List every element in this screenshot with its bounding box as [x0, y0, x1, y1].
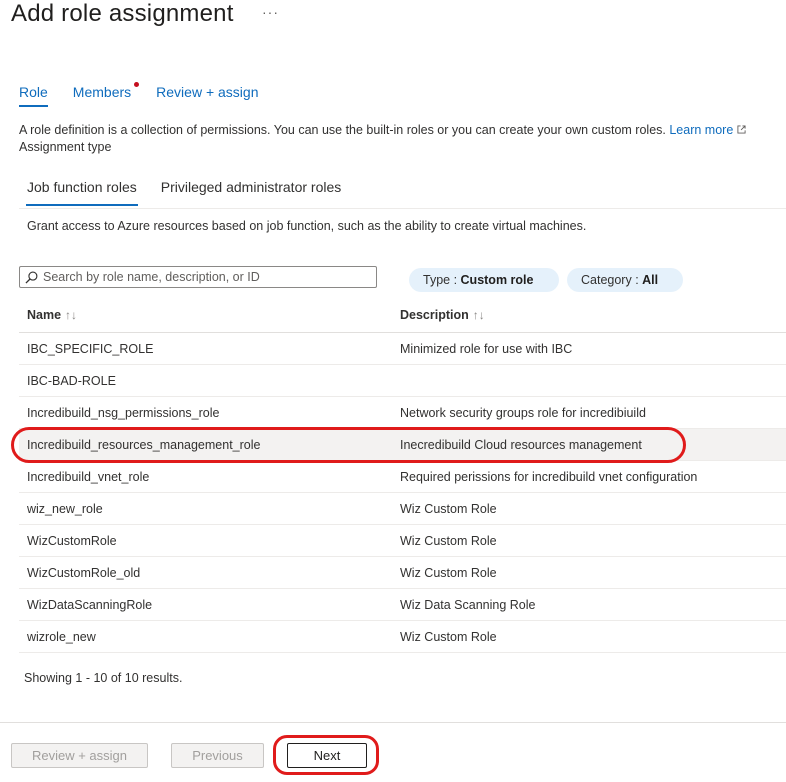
role-name: wiz_new_role: [27, 502, 103, 516]
table-header: Name ↑↓ Description ↑↓: [19, 300, 786, 333]
category-filter-label: Category :: [581, 273, 643, 287]
name-header-label: Name: [27, 308, 62, 322]
learn-more-label: Learn more: [669, 123, 734, 137]
table-row-selected[interactable]: Incredibuild_resources_management_role In…: [19, 429, 786, 461]
role-definition-description: A role definition is a collection of per…: [19, 123, 746, 137]
review-assign-button[interactable]: Review + assign: [11, 743, 148, 768]
search-input[interactable]: [43, 268, 373, 286]
role-name: Incredibuild_nsg_permissions_role: [27, 406, 220, 420]
role-description: Inecredibuild Cloud resources management: [400, 438, 642, 452]
tab-role-label: Role: [19, 84, 48, 100]
description-column-header[interactable]: Description ↑↓: [400, 308, 485, 322]
role-description: Wiz Custom Role: [400, 566, 497, 580]
role-description: Minimized role for use with IBC: [400, 342, 573, 356]
external-link-icon: [737, 125, 746, 134]
table-row[interactable]: wiz_new_role Wiz Custom Role: [19, 493, 786, 525]
footer-divider: [0, 722, 786, 723]
name-column-header[interactable]: Name ↑↓: [27, 308, 77, 322]
role-description: Wiz Data Scanning Role: [400, 598, 536, 612]
role-name: WizCustomRole: [27, 534, 117, 548]
role-name: WizCustomRole_old: [27, 566, 141, 580]
role-name: Incredibuild_resources_management_role: [27, 438, 261, 452]
tab-review-assign[interactable]: Review + assign: [156, 84, 258, 106]
type-filter-value: Custom role: [460, 273, 534, 287]
table-row[interactable]: WizCustomRole Wiz Custom Role: [19, 525, 786, 557]
table-row[interactable]: IBC-BAD-ROLE: [19, 365, 786, 397]
tab-members[interactable]: Members: [72, 82, 140, 106]
role-name: WizDataScanningRole: [27, 598, 153, 612]
role-name: Incredibuild_vnet_role: [27, 470, 150, 484]
tab-members-label: Members: [72, 84, 132, 100]
category-filter-pill[interactable]: Category : All: [567, 268, 683, 292]
role-name: wizrole_new: [27, 630, 96, 644]
description-header-label: Description: [400, 308, 469, 322]
description-text: A role definition is a collection of per…: [19, 123, 666, 137]
tab-role[interactable]: Role: [19, 84, 48, 107]
search-box[interactable]: [19, 266, 377, 288]
required-dot-icon: [134, 82, 140, 87]
table-row[interactable]: WizDataScanningRole Wiz Data Scanning Rol…: [19, 589, 786, 621]
table-row[interactable]: WizCustomRole_old Wiz Custom Role: [19, 557, 786, 589]
table-row[interactable]: Incredibuild_nsg_permissions_role Network…: [19, 397, 786, 429]
role-name: IBC-BAD-ROLE: [27, 374, 116, 388]
learn-more-link[interactable]: Learn more: [669, 123, 746, 137]
page-title: Add role assignment: [11, 0, 234, 27]
table-row[interactable]: IBC_SPECIFIC_ROLE Minimized role for use …: [19, 333, 786, 365]
results-count: Showing 1 - 10 of 10 results.: [24, 671, 183, 685]
table-row[interactable]: wizrole_new Wiz Custom Role: [19, 621, 786, 653]
subtab-divider: [19, 208, 786, 209]
type-filter-label: Type :: [423, 273, 461, 287]
wizard-tabs: Role Members Review + assign: [19, 82, 283, 107]
roles-table-body: IBC_SPECIFIC_ROLE Minimized role for use …: [19, 333, 786, 653]
role-description: Wiz Custom Role: [400, 534, 497, 548]
type-filter-pill[interactable]: Type : Custom role: [409, 268, 559, 292]
tab-privileged-administrator-roles[interactable]: Privileged administrator roles: [161, 179, 342, 206]
next-button[interactable]: Next: [287, 743, 367, 768]
search-icon: [25, 271, 38, 284]
previous-button[interactable]: Previous: [171, 743, 264, 768]
tab-job-function-roles[interactable]: Job function roles: [26, 179, 138, 206]
role-description: Required perissions for incredibuild vne…: [400, 470, 698, 484]
role-description: Network security groups role for incredi…: [400, 406, 646, 420]
role-description: Wiz Custom Role: [400, 502, 497, 516]
role-description: Wiz Custom Role: [400, 630, 497, 644]
assignment-type-tabs: Job function roles Privileged administra…: [26, 179, 365, 206]
role-name: IBC_SPECIFIC_ROLE: [27, 342, 154, 356]
tab-review-assign-label: Review + assign: [156, 84, 259, 100]
table-row[interactable]: Incredibuild_vnet_role Required perission…: [19, 461, 786, 493]
sort-icon: ↑↓: [472, 308, 485, 322]
assignment-type-label: Assignment type: [19, 140, 112, 154]
category-filter-value: All: [642, 273, 659, 287]
grant-access-text: Grant access to Azure resources based on…: [27, 219, 587, 233]
more-options-icon[interactable]: ···: [262, 4, 279, 20]
sort-icon: ↑↓: [65, 308, 78, 322]
